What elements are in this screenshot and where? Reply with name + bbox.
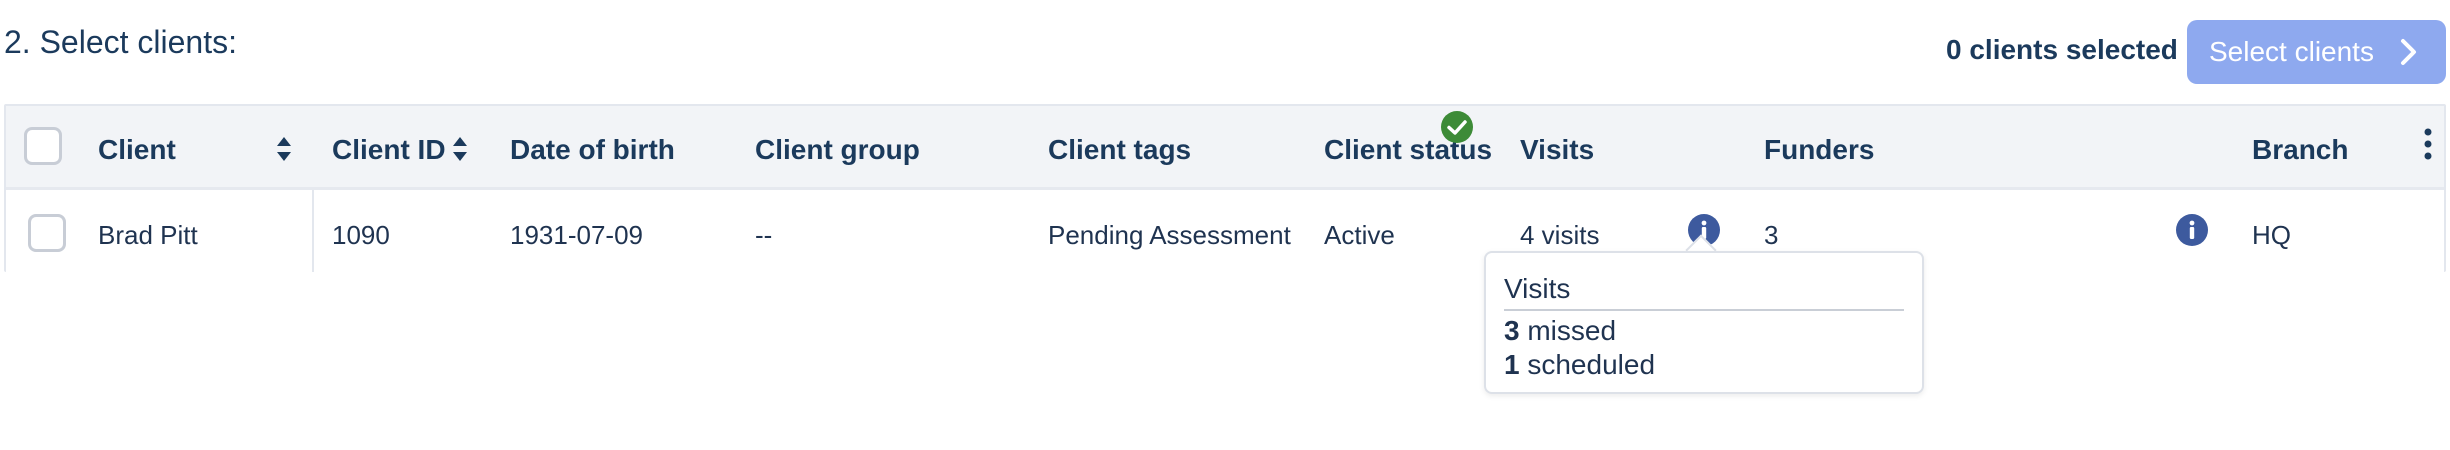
scheduled-count: 1 <box>1504 349 1520 380</box>
select-clients-button-label: Select clients <box>2209 36 2374 67</box>
missed-label: missed <box>1527 315 1617 346</box>
kebab-menu-icon[interactable] <box>2422 128 2434 160</box>
select-clients-button[interactable]: Select clients <box>2187 20 2446 84</box>
chevron-right-icon <box>2401 39 2416 65</box>
tooltip-divider <box>1504 309 1904 311</box>
scheduled-label: scheduled <box>1527 349 1656 380</box>
column-header-client[interactable]: Client <box>98 134 176 166</box>
table-header: Client Client ID Date of birth Client gr… <box>6 106 2444 190</box>
select-all-checkbox[interactable] <box>24 127 62 165</box>
cell-client-tags: Pending Assessment <box>1048 220 1291 250</box>
column-header-client-id[interactable]: Client ID <box>332 134 446 166</box>
check-circle-icon <box>1441 111 1473 143</box>
sort-icon[interactable] <box>276 136 292 162</box>
selected-count: 0 clients selected <box>1946 34 2178 65</box>
column-header-branch: Branch <box>2252 134 2349 165</box>
cell-client-group: -- <box>755 220 773 250</box>
column-header-client-tags: Client tags <box>1048 134 1192 165</box>
clients-table: Client Client ID Date of birth Client gr… <box>4 104 2446 272</box>
table-row[interactable]: Brad Pitt 1090 1931-07-09 -- Pending Ass… <box>6 190 2444 272</box>
cell-branch: HQ <box>2252 220 2291 250</box>
tooltip-scheduled: 1 scheduled <box>1504 349 1655 381</box>
column-header-client-group: Client group <box>755 134 920 165</box>
cell-client-id: 1090 <box>332 220 390 250</box>
tooltip-missed: 3 missed <box>1504 315 1616 347</box>
column-divider <box>312 190 314 272</box>
column-header-date-of-birth: Date of birth <box>510 134 675 165</box>
cell-funders: 3 <box>1764 220 1779 250</box>
section-title: 2. Select clients: <box>4 24 237 60</box>
cell-client: Brad Pitt <box>98 220 198 250</box>
column-header-funders: Funders <box>1764 134 1875 165</box>
cell-visits: 4 visits <box>1520 220 1600 250</box>
visits-tooltip: Visits 3 missed 1 scheduled <box>1484 251 1924 394</box>
cell-date-of-birth: 1931-07-09 <box>510 220 643 250</box>
cell-client-status: Active <box>1324 220 1395 250</box>
info-icon[interactable] <box>2176 214 2208 246</box>
sort-icon[interactable] <box>452 136 468 162</box>
column-header-visits: Visits <box>1520 134 1595 165</box>
row-checkbox[interactable] <box>28 214 66 252</box>
missed-count: 3 <box>1504 315 1520 346</box>
tooltip-title: Visits <box>1504 273 1571 304</box>
